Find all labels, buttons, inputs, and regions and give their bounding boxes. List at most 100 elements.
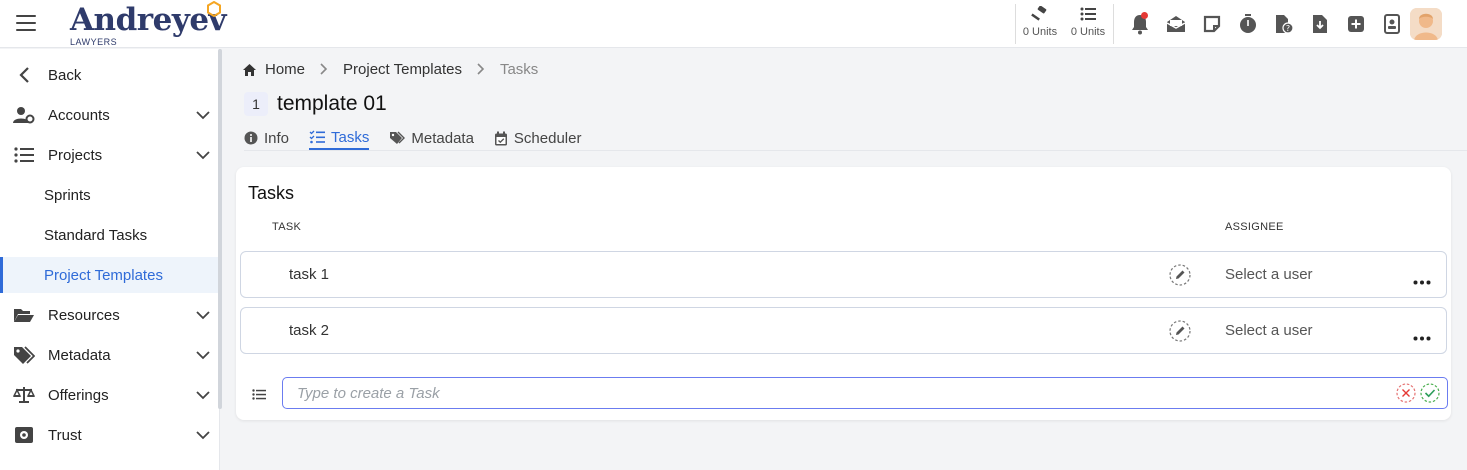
- cancel-x-icon[interactable]: [1396, 383, 1416, 408]
- tab-bar: Info Tasks Metadata Scheduler: [244, 126, 601, 150]
- sidebar-scrollbar[interactable]: [218, 49, 222, 409]
- svg-text:?: ?: [1286, 24, 1290, 33]
- scale-icon: [0, 386, 48, 404]
- billable-units[interactable]: 0 Units: [1016, 4, 1064, 44]
- list-icon: [0, 147, 48, 163]
- sticky-note-icon[interactable]: [1194, 12, 1230, 36]
- gavel-icon: [1031, 6, 1047, 21]
- sidebar-item-label: Metadata: [48, 346, 111, 364]
- edit-pencil-icon[interactable]: [1169, 264, 1191, 291]
- chevron-right-icon: [477, 62, 485, 78]
- toolbar-icons: ?: [1122, 12, 1410, 36]
- sidebar-item-label: Standard Tasks: [44, 226, 148, 244]
- logo[interactable]: Andreyev LAWYERS: [70, 1, 227, 47]
- chevron-down-icon: [186, 430, 220, 440]
- vault-icon: [0, 426, 48, 444]
- calendar-check-icon: [494, 131, 507, 145]
- mail-open-icon[interactable]: [1158, 12, 1194, 36]
- checklist-icon: [309, 130, 326, 144]
- chevron-down-icon: [186, 150, 220, 160]
- chevron-right-icon: [320, 62, 328, 78]
- sidebar-item-resources[interactable]: Resources: [0, 297, 220, 333]
- tags-icon: [0, 346, 48, 364]
- column-header-task: TASK: [272, 221, 302, 233]
- sidebar-item-accounts[interactable]: Accounts: [0, 97, 220, 133]
- hexagon-icon: [207, 1, 221, 17]
- sidebar-item-trust[interactable]: Trust: [0, 417, 220, 453]
- card-title: Tasks: [248, 183, 295, 203]
- units-group: 0 Units 0 Units: [1016, 4, 1112, 44]
- sidebar-item-label: Accounts: [48, 106, 110, 124]
- notification-dot: [1141, 12, 1148, 19]
- sidebar-item-label: Trust: [48, 426, 82, 444]
- sidebar-item-sprints[interactable]: Sprints: [0, 177, 220, 213]
- sidebar-item-projects[interactable]: Projects: [0, 137, 220, 173]
- list-icon: [1080, 7, 1096, 21]
- chevron-down-icon: [186, 110, 220, 120]
- tab-tasks[interactable]: Tasks: [309, 126, 370, 150]
- tab-scheduler[interactable]: Scheduler: [494, 126, 582, 150]
- tab-metadata[interactable]: Metadata: [389, 126, 474, 150]
- folder-open-icon: [0, 307, 48, 323]
- file-question-icon[interactable]: ?: [1266, 12, 1302, 36]
- user-cog-icon: [0, 106, 48, 124]
- info-circle-icon: [244, 131, 258, 145]
- sidebar-item-label: Sprints: [44, 186, 91, 204]
- tabs-divider: [244, 150, 1467, 151]
- tab-label: Info: [264, 129, 290, 147]
- breadcrumb-home[interactable]: Home: [265, 61, 305, 78]
- stopwatch-icon[interactable]: [1230, 12, 1266, 36]
- sidebar-item-back[interactable]: Back: [0, 57, 220, 93]
- plus-square-icon[interactable]: [1338, 12, 1374, 36]
- tab-label: Tasks: [331, 128, 370, 146]
- page-title: template 01: [277, 92, 387, 115]
- chevron-left-icon: [0, 66, 48, 84]
- confirm-check-icon[interactable]: [1420, 383, 1440, 408]
- bell-icon[interactable]: [1122, 12, 1158, 36]
- assignee-select[interactable]: Select a user: [1225, 322, 1313, 339]
- task-row[interactable]: task 1 Select a user: [240, 251, 1447, 298]
- tasks-card: Tasks TASK ASSIGNEE task 1 Select a user…: [236, 167, 1451, 420]
- sidebar-item-label: Projects: [48, 146, 103, 164]
- list-icon: [252, 387, 266, 405]
- chevron-down-icon: [186, 310, 220, 320]
- sidebar: Back Accounts Projects Sprints Standard …: [0, 49, 220, 470]
- logo-subtitle: LAWYERS: [70, 37, 118, 47]
- task-name: task 2: [289, 322, 330, 339]
- tab-info[interactable]: Info: [244, 126, 289, 150]
- sidebar-item-standard-tasks[interactable]: Standard Tasks: [0, 217, 220, 253]
- sidebar-item-label: Resources: [48, 306, 120, 324]
- hamburger-menu-icon[interactable]: [16, 15, 36, 31]
- sidebar-item-label: Offerings: [48, 386, 109, 404]
- more-horizontal-icon[interactable]: [1413, 272, 1431, 290]
- edit-pencil-icon[interactable]: [1169, 320, 1191, 347]
- sidebar-item-label: Back: [48, 66, 82, 84]
- breadcrumb-project-templates[interactable]: Project Templates: [343, 61, 462, 78]
- tab-label: Scheduler: [513, 129, 582, 147]
- home-icon: [243, 63, 256, 76]
- sidebar-item-metadata[interactable]: Metadata: [0, 337, 220, 373]
- sidebar-item-project-templates[interactable]: Project Templates: [0, 257, 220, 293]
- file-download-icon[interactable]: [1302, 12, 1338, 36]
- chevron-down-icon: [186, 350, 220, 360]
- top-bar: Andreyev LAWYERS 0 Units 0 Units ?: [0, 0, 1467, 48]
- chevron-down-icon: [186, 390, 220, 400]
- sidebar-item-offerings[interactable]: Offerings: [0, 377, 220, 413]
- id-badge-icon[interactable]: [1374, 12, 1410, 36]
- tab-label: Metadata: [411, 129, 474, 147]
- assignee-select[interactable]: Select a user: [1225, 266, 1313, 283]
- more-horizontal-icon[interactable]: [1413, 328, 1431, 346]
- breadcrumb: Home Project Templates Tasks: [242, 61, 538, 78]
- unit-label: 0 Units: [1022, 26, 1058, 38]
- logo-text: Andreyev: [70, 2, 227, 38]
- divider: [1113, 4, 1114, 44]
- tags-icon: [390, 131, 406, 144]
- unit-label: 0 Units: [1070, 26, 1106, 38]
- new-task-input[interactable]: [282, 377, 1448, 409]
- sidebar-item-label: Project Templates: [44, 266, 163, 284]
- user-avatar[interactable]: [1410, 8, 1442, 40]
- task-row[interactable]: task 2 Select a user: [240, 307, 1447, 354]
- task-units[interactable]: 0 Units: [1064, 4, 1112, 44]
- breadcrumb-current: Tasks: [499, 61, 539, 78]
- id-badge: 1: [244, 92, 268, 116]
